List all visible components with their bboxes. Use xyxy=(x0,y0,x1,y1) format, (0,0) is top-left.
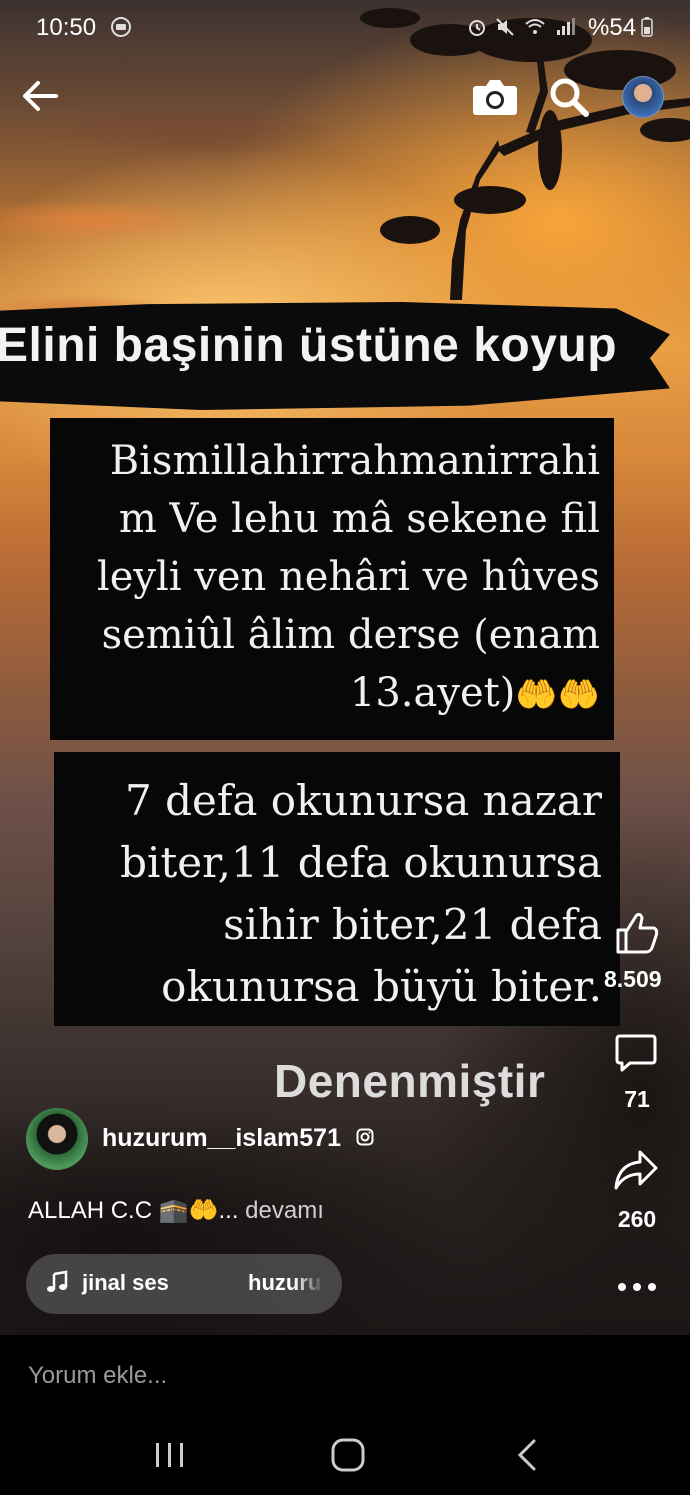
caption-more-link[interactable]: devamı xyxy=(245,1197,324,1224)
signal-icon xyxy=(557,18,575,35)
verse-text: Bismillahirrahmanirrahi m Ve lehu mâ sek… xyxy=(62,432,600,724)
instruction-text: 7 defa okunursa nazar biter,11 defa okun… xyxy=(62,770,602,1018)
mute-icon xyxy=(496,18,514,36)
status-bar: 10:50 %54 xyxy=(0,0,690,56)
comment-input[interactable]: Yorum ekle... xyxy=(28,1362,167,1390)
audio-title: jinal ses xyxy=(82,1270,169,1295)
overlay-title: Elini başinin üstüne koyup xyxy=(0,319,618,372)
verse-line: Bismillahirrahmanirrahi xyxy=(109,438,600,484)
battery-icon xyxy=(641,17,653,37)
profile-avatar[interactable] xyxy=(622,76,664,118)
comment-icon[interactable] xyxy=(614,1030,658,1074)
share-count: 260 xyxy=(617,1206,657,1232)
verse-line: m Ve lehu mâ sekene fil xyxy=(118,496,600,542)
instruction-line: biter,11 defa okunursa xyxy=(120,838,602,887)
verse-reference: 13.ayet) xyxy=(349,670,516,716)
instruction-line: sihir biter,21 defa xyxy=(223,900,602,949)
alarm-icon xyxy=(469,20,485,36)
search-icon[interactable] xyxy=(546,74,592,120)
music-note-icon xyxy=(47,1270,68,1292)
status-time: 10:50 xyxy=(36,14,97,41)
back-arrow-icon[interactable] xyxy=(18,74,62,118)
author-name[interactable]: huzurum__islam571 xyxy=(102,1124,341,1153)
instagram-icon xyxy=(356,1128,374,1146)
nav-back-icon[interactable] xyxy=(510,1438,546,1472)
camera-icon[interactable] xyxy=(470,74,520,120)
instruction-line: 7 defa okunursa nazar xyxy=(125,776,602,825)
verse-line: leyli ven nehâri ve hûves xyxy=(96,554,600,600)
comment-count: 71 xyxy=(624,1086,650,1112)
verse-line: 13.ayet)🤲🤲 xyxy=(62,664,600,724)
home-icon[interactable] xyxy=(328,1436,368,1474)
battery-percent: %54 xyxy=(588,14,637,41)
author-avatar[interactable] xyxy=(26,1108,88,1170)
caption[interactable]: ALLAH C.C 🕋🤲... devamı xyxy=(28,1196,324,1225)
instruction-line: okunursa büyü biter. xyxy=(161,962,602,1011)
caption-text: ALLAH C.C 🕋🤲... xyxy=(28,1197,239,1224)
recents-icon[interactable] xyxy=(150,1440,190,1470)
audio-pill[interactable]: jinal ses huzurum xyxy=(26,1254,342,1314)
more-options-icon[interactable] xyxy=(614,1272,660,1302)
like-icon[interactable] xyxy=(612,908,660,956)
praying-hands-emoji: 🤲🤲 xyxy=(515,675,600,715)
verse-line: semiûl âlim derse (enam xyxy=(101,612,600,658)
overlay-subtitle: Denenmiştir xyxy=(274,1055,546,1107)
share-icon[interactable] xyxy=(612,1148,660,1192)
messages-icon xyxy=(111,17,131,37)
wifi-icon xyxy=(525,19,545,34)
audio-author: huzurum xyxy=(248,1270,324,1295)
like-count: 8.509 xyxy=(604,966,662,992)
